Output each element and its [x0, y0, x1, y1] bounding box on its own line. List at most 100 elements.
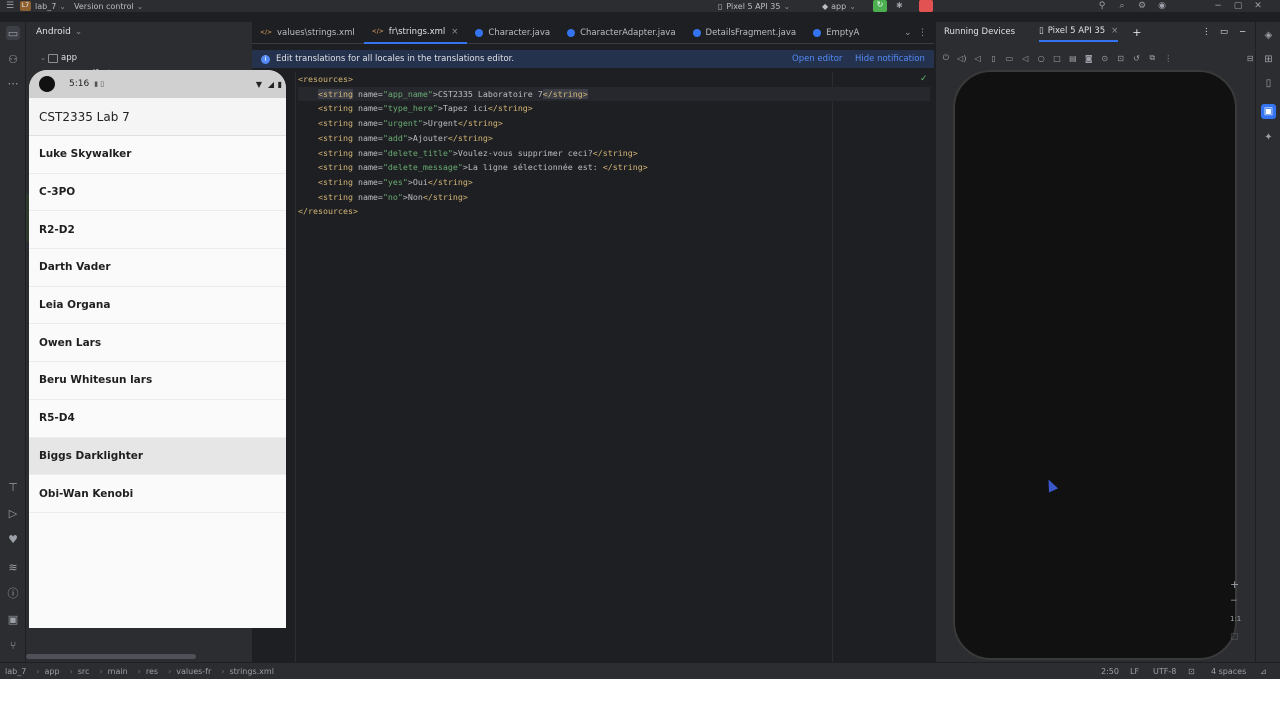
lock-icon[interactable]: ⊿	[1260, 667, 1267, 676]
vcs-selector[interactable]: Version control ⌄	[74, 2, 143, 11]
folding-icon[interactable]: ▤	[1067, 52, 1079, 64]
code-editor[interactable]: <resources> <string name="app_name">CST2…	[298, 72, 930, 662]
zoom-actual-label[interactable]: 1:1	[1230, 615, 1241, 623]
list-item[interactable]: R2-D2	[29, 211, 286, 250]
close-icon[interactable]: ✕	[1252, 0, 1264, 12]
breadcrumb-item[interactable]: lab_7	[5, 667, 26, 676]
caret-position[interactable]: 2:50	[1101, 667, 1119, 676]
device-selector[interactable]: ▯ Pixel 5 API 35 ⌄	[718, 2, 790, 11]
settings-icon[interactable]: ⋮	[1162, 52, 1174, 64]
breadcrumb-label: values-fr	[176, 666, 212, 676]
power-icon[interactable]: ⏻	[940, 52, 952, 64]
project-selector[interactable]: L7 lab_7 ⌄	[20, 1, 66, 11]
zoom-out-icon[interactable]: −	[1230, 596, 1238, 606]
list-item[interactable]: Leia Organa	[29, 287, 286, 325]
gemini-icon[interactable]: ✦	[1261, 130, 1276, 145]
editorconfig-icon[interactable]: ⊡	[1188, 667, 1195, 676]
tab-overflow-icon[interactable]: ⌄	[904, 28, 912, 38]
breadcrumb-item[interactable]: › src	[65, 667, 90, 676]
zoom-in-icon[interactable]: +	[1230, 578, 1239, 591]
run-icon[interactable]: ▷	[6, 506, 20, 520]
tree-item[interactable]: ⌄ app	[26, 50, 252, 66]
gear-icon[interactable]: ⚙	[1136, 0, 1148, 12]
more-vert-icon[interactable]: ⋮	[918, 28, 927, 38]
device-screen[interactable]: 5:16 ▮ ▯ ▼ ◢ ▮ CST2335 Lab 7 Luke Skywal…	[29, 70, 286, 628]
overview-icon[interactable]: □	[1051, 52, 1063, 64]
debug-icon[interactable]: ✱	[896, 1, 903, 10]
indent-setting[interactable]: 4 spaces	[1211, 667, 1246, 676]
rotate-right-icon[interactable]: ▭	[1004, 52, 1016, 64]
screenshot-icon[interactable]: ◙	[1083, 52, 1095, 64]
line-separator[interactable]: LF	[1130, 667, 1139, 676]
screen-record-icon[interactable]: ⊙	[1099, 52, 1111, 64]
list-item[interactable]: R5-D4	[29, 400, 286, 438]
home-icon[interactable]: ○	[1035, 52, 1047, 64]
code-token: </string>	[422, 191, 468, 202]
back-icon[interactable]: ◁	[1019, 52, 1031, 64]
editor-tab[interactable]: EmptyA	[805, 22, 868, 44]
breadcrumb-item[interactable]: › res	[133, 667, 158, 676]
running-devices-icon[interactable]: ▣	[1261, 104, 1276, 119]
list-item[interactable]: Owen Lars	[29, 324, 286, 363]
problems-icon[interactable]: ⓘ	[6, 586, 20, 600]
editor-tab[interactable]: </> values\strings.xml	[252, 22, 364, 44]
undo-icon[interactable]: ↺	[1131, 52, 1143, 64]
open-editor-link[interactable]: Open editor	[792, 54, 842, 64]
list-item-label: R5-D4	[39, 412, 75, 425]
logcat-icon[interactable]: ≋	[6, 560, 20, 574]
minimize-icon[interactable]: −	[1212, 0, 1224, 12]
code-token: </string>	[592, 147, 638, 158]
gradle-icon[interactable]: ⊞	[1261, 52, 1276, 67]
chevron-down-icon[interactable]: ⌄	[38, 54, 48, 62]
editor-tab[interactable]: Character.java	[467, 22, 559, 44]
maximize-icon[interactable]: ▢	[1232, 0, 1244, 12]
file-encoding[interactable]: UTF-8	[1153, 667, 1176, 676]
resource-manager-icon[interactable]: ⚇	[6, 52, 20, 66]
app-quality-icon[interactable]: ♥	[6, 532, 20, 546]
rerun-icon[interactable]: ↻	[873, 0, 887, 12]
hamburger-menu-icon[interactable]: ☰	[4, 0, 16, 12]
project-folder-icon[interactable]: ▭	[6, 26, 20, 40]
window-icon[interactable]: ▭	[1220, 27, 1228, 37]
snapshot-icon[interactable]: ⊡	[1115, 52, 1127, 64]
hide-notification-link[interactable]: Hide notification	[855, 54, 925, 64]
editor-tab[interactable]: DetailsFragment.java	[685, 22, 806, 44]
list-item[interactable]: Luke Skywalker	[29, 136, 286, 174]
close-icon[interactable]: ×	[1111, 26, 1118, 36]
fit-screen-icon[interactable]: ▢	[1230, 632, 1239, 642]
notifications-icon[interactable]: ◈	[1261, 28, 1276, 43]
add-device-icon[interactable]: +	[1132, 26, 1141, 39]
breadcrumb-item[interactable]: › strings.xml	[216, 667, 274, 676]
account-icon[interactable]: ◉	[1156, 0, 1168, 12]
translate-icon[interactable]: ⚲	[1096, 0, 1108, 12]
list-item[interactable]: Darth Vader	[29, 249, 286, 287]
project-view-selector[interactable]: Android ⌄	[26, 22, 252, 42]
breadcrumb-item[interactable]: › values-fr	[163, 667, 211, 676]
horizontal-scrollbar[interactable]	[26, 654, 196, 659]
mirror-icon[interactable]: ⧉	[1146, 52, 1158, 64]
build-icon[interactable]: ⊤	[6, 480, 20, 494]
breadcrumb-item[interactable]: › main	[94, 667, 127, 676]
list-item[interactable]: Beru Whitesun lars	[29, 362, 286, 400]
editor-tab[interactable]: CharacterAdapter.java	[559, 22, 684, 44]
search-icon[interactable]: ⌕	[1116, 0, 1128, 12]
list-item[interactable]: C-3PO	[29, 174, 286, 212]
device-manager-icon[interactable]: ▯	[1261, 76, 1276, 91]
close-icon[interactable]: ×	[451, 27, 458, 37]
list-item[interactable]: Biggs Darklighter	[29, 437, 286, 476]
more-vert-icon[interactable]: ⋮	[1202, 27, 1211, 37]
git-icon[interactable]: ⑂	[6, 638, 20, 652]
rotate-left-icon[interactable]: ▯	[988, 52, 1000, 64]
run-config-selector[interactable]: ◆ app ⌄	[822, 2, 856, 11]
terminal-icon[interactable]: ▣	[6, 612, 20, 626]
list-item[interactable]: Obi-Wan Kenobi	[29, 475, 286, 513]
editor-tab-label: values\strings.xml	[277, 27, 355, 38]
device-tab[interactable]: ▯ Pixel 5 API 35 ×	[1039, 22, 1119, 42]
volume-up-icon[interactable]: ◁)	[956, 52, 968, 64]
breadcrumb-item[interactable]: › app	[31, 667, 59, 676]
minimize-panel-icon[interactable]: −	[1239, 27, 1246, 37]
volume-down-icon[interactable]: ◁	[972, 52, 984, 64]
more-icon[interactable]: ⋯	[6, 76, 20, 90]
editor-tab[interactable]: </> fr\strings.xml ×	[363, 22, 468, 44]
stop-icon[interactable]	[919, 0, 933, 12]
